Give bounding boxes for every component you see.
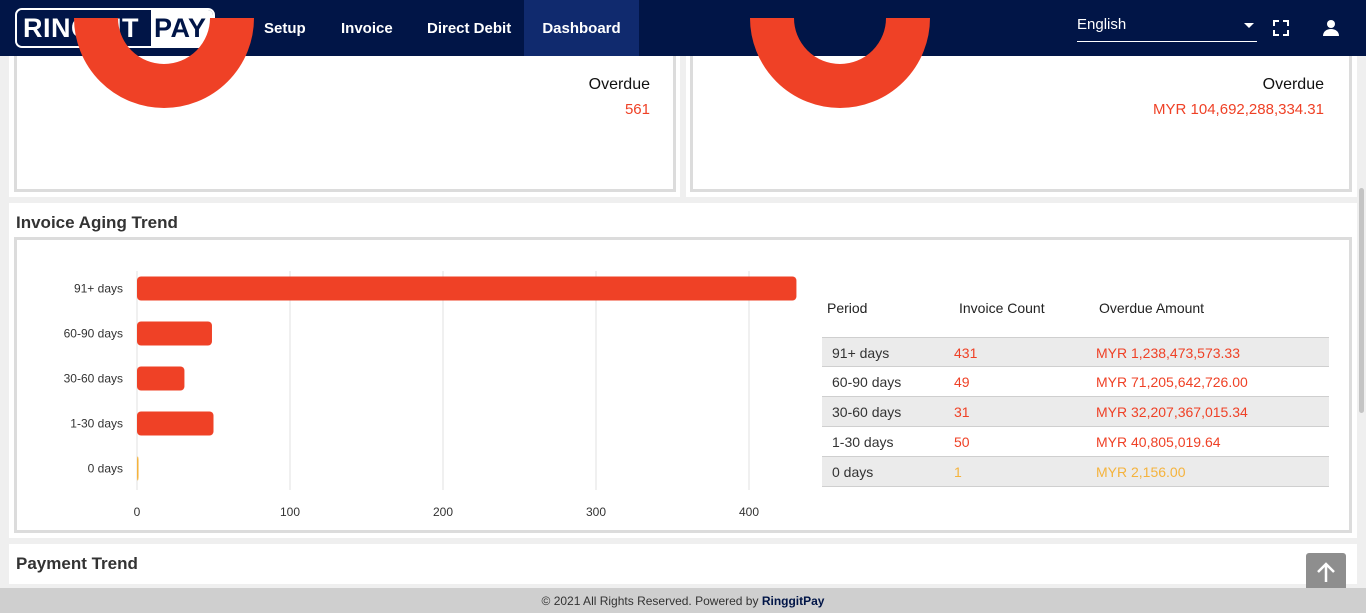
scroll-to-top-button[interactable] (1306, 553, 1346, 593)
overdue-amount-value: MYR 104,692,288,334.31 (1153, 101, 1324, 118)
table-row: 91+ days 431 MYR 1,238,473,573.33 (822, 337, 1329, 367)
nav-direct-debit[interactable]: Direct Debit (427, 0, 511, 56)
row-amount: MYR 32,207,367,015.34 (1096, 404, 1248, 420)
nav-invoice[interactable]: Invoice (341, 0, 393, 56)
aging-table: Period Invoice Count Overdue Amount 91+ … (822, 296, 1329, 487)
bar[interactable] (137, 456, 139, 481)
header-invoice-count: Invoice Count (959, 300, 1045, 316)
bar[interactable] (137, 411, 214, 436)
arrow-up-icon (1317, 562, 1335, 582)
header-overdue-amount: Overdue Amount (1099, 300, 1205, 316)
summary-card-count: Overdue 561 (9, 18, 680, 197)
page-scrollbar[interactable] (1359, 188, 1364, 413)
row-amount: MYR 1,238,473,573.33 (1096, 345, 1240, 361)
footer: © 2021 All Rights Reserved. Powered by R… (0, 588, 1366, 613)
payment-trend-card: Payment Trend (9, 544, 1357, 584)
summary-card-count-frame: Overdue 561 (14, 18, 676, 192)
table-row: 1-30 days 50 MYR 40,805,019.64 (822, 427, 1329, 457)
row-period: 0 days (832, 464, 874, 480)
bar[interactable] (137, 276, 797, 301)
fullscreen-icon[interactable] (1271, 18, 1291, 38)
aging-bar-chart: 0 100 200 300 400 91+ days 60-90 days 30-60 day… (64, 271, 797, 519)
row-period: 1-30 days (832, 434, 894, 450)
row-period: 91+ days (832, 345, 890, 361)
summary-card-amount: Overdue MYR 104,692,288,334.31 (686, 18, 1357, 197)
row-period: 60-90 days (832, 374, 902, 390)
overdue-count-value: 561 (624, 101, 650, 118)
row-count: 50 (954, 434, 970, 450)
row-count: 1 (954, 464, 962, 480)
footer-copyright: © 2021 All Rights Reserved. Powered by (541, 594, 762, 608)
table-row: 60-90 days 49 MYR 71,205,642,726.00 (822, 367, 1329, 397)
bar[interactable] (137, 321, 212, 346)
x-tick-label: 400 (739, 505, 759, 519)
overdue-count-label: Overdue (588, 76, 650, 93)
user-icon[interactable] (1321, 18, 1341, 38)
y-category-label: 60-90 days (64, 327, 123, 341)
amount-donut-chart (750, 18, 930, 108)
language-select[interactable]: English (1077, 13, 1257, 42)
row-count: 49 (954, 374, 970, 390)
x-tick-label: 0 (134, 505, 141, 519)
row-amount: MYR 71,205,642,726.00 (1096, 374, 1248, 390)
nav-dashboard[interactable]: Dashboard (524, 0, 639, 56)
row-count: 431 (954, 345, 978, 361)
y-category-label: 91+ days (74, 282, 123, 296)
language-value: English (1077, 16, 1127, 33)
row-period: 30-60 days (832, 404, 902, 420)
footer-brand-link[interactable]: RinggitPay (762, 594, 825, 608)
x-tick-label: 100 (280, 505, 300, 519)
y-category-label: 30-60 days (64, 372, 123, 386)
aging-table-header: Period Invoice Count Overdue Amount (822, 296, 1329, 337)
row-count: 31 (954, 404, 970, 420)
summary-card-amount-frame: Overdue MYR 104,692,288,334.31 (690, 18, 1352, 192)
row-amount: MYR 2,156.00 (1096, 464, 1186, 480)
nav-setup[interactable]: Setup (264, 0, 306, 56)
count-donut-chart (74, 18, 254, 108)
aging-trend-title: Invoice Aging Trend (16, 213, 178, 232)
y-category-label: 1-30 days (70, 417, 123, 431)
row-amount: MYR 40,805,019.64 (1096, 434, 1221, 450)
header-period: Period (827, 300, 868, 316)
x-tick-label: 200 (433, 505, 453, 519)
table-row: 30-60 days 31 MYR 32,207,367,015.34 (822, 397, 1329, 427)
payment-trend-title: Payment Trend (16, 554, 138, 573)
x-tick-label: 300 (586, 505, 606, 519)
overdue-amount-label: Overdue (1262, 76, 1324, 93)
bar[interactable] (137, 366, 185, 391)
y-category-label: 0 days (88, 462, 123, 476)
table-row: 0 days 1 MYR 2,156.00 (822, 457, 1329, 487)
caret-down-icon (1244, 23, 1254, 28)
